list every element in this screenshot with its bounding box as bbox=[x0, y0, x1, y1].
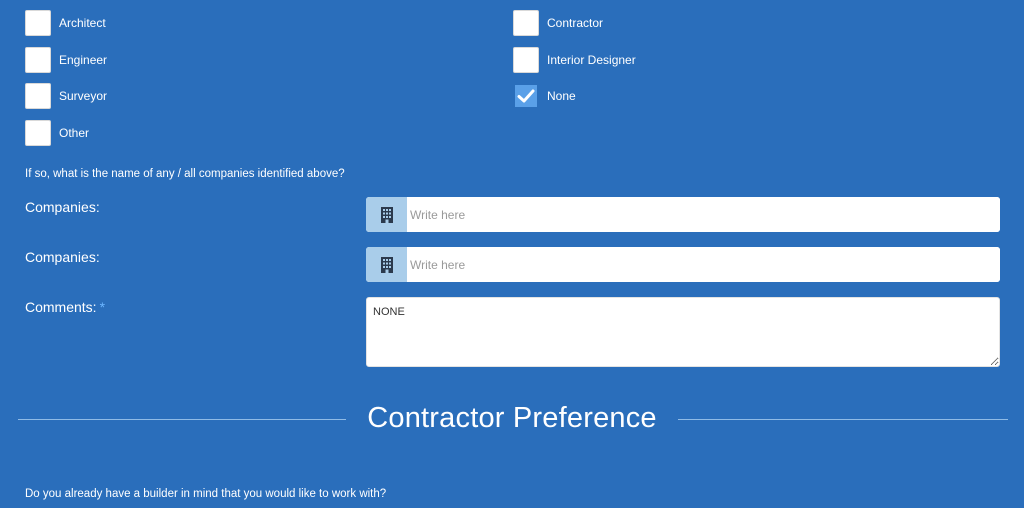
checkbox-box[interactable] bbox=[513, 10, 539, 36]
checkbox-interior-designer[interactable]: Interior Designer bbox=[513, 46, 636, 74]
checkbox-architect[interactable]: Architect bbox=[25, 9, 106, 37]
comments-textarea[interactable]: NONE bbox=[366, 297, 1000, 367]
checkbox-box[interactable] bbox=[25, 10, 51, 36]
building-icon bbox=[366, 247, 407, 282]
checkmark-icon bbox=[517, 89, 535, 103]
building-icon bbox=[366, 197, 407, 232]
checkbox-label: Architect bbox=[59, 16, 106, 30]
checkbox-label: None bbox=[547, 89, 576, 103]
required-marker: * bbox=[99, 299, 106, 315]
companies-input-group bbox=[366, 247, 1000, 282]
checkbox-none[interactable]: None bbox=[513, 82, 576, 110]
checkbox-surveyor[interactable]: Surveyor bbox=[25, 82, 107, 110]
checkbox-engineer[interactable]: Engineer bbox=[25, 46, 107, 74]
checkbox-box[interactable] bbox=[513, 47, 539, 73]
checkbox-box[interactable] bbox=[25, 120, 51, 146]
checkbox-box[interactable] bbox=[25, 83, 51, 109]
companies-input-group bbox=[366, 197, 1000, 232]
checkbox-box[interactable] bbox=[25, 47, 51, 73]
comments-label: Comments: * bbox=[25, 299, 105, 315]
companies-question: If so, what is the name of any / all com… bbox=[25, 168, 345, 180]
companies-input[interactable] bbox=[407, 247, 1000, 282]
checkbox-label: Engineer bbox=[59, 53, 108, 67]
builder-question: Do you already have a builder in mind th… bbox=[25, 488, 387, 500]
checkbox-label: Surveyor bbox=[59, 89, 108, 103]
checkbox-box-checked[interactable] bbox=[513, 83, 539, 109]
checkbox-other[interactable]: Other bbox=[25, 119, 89, 147]
comments-label-text: Comments: bbox=[25, 299, 97, 315]
checkbox-label: Interior Designer bbox=[547, 53, 636, 67]
companies-input[interactable] bbox=[407, 197, 1000, 232]
companies-label: Companies: bbox=[25, 199, 100, 215]
checkbox-contractor[interactable]: Contractor bbox=[513, 9, 603, 37]
companies-label: Companies: bbox=[25, 249, 100, 265]
section-divider-right bbox=[678, 419, 1008, 420]
checkbox-label: Other bbox=[59, 126, 90, 140]
checkbox-label: Contractor bbox=[547, 16, 604, 30]
